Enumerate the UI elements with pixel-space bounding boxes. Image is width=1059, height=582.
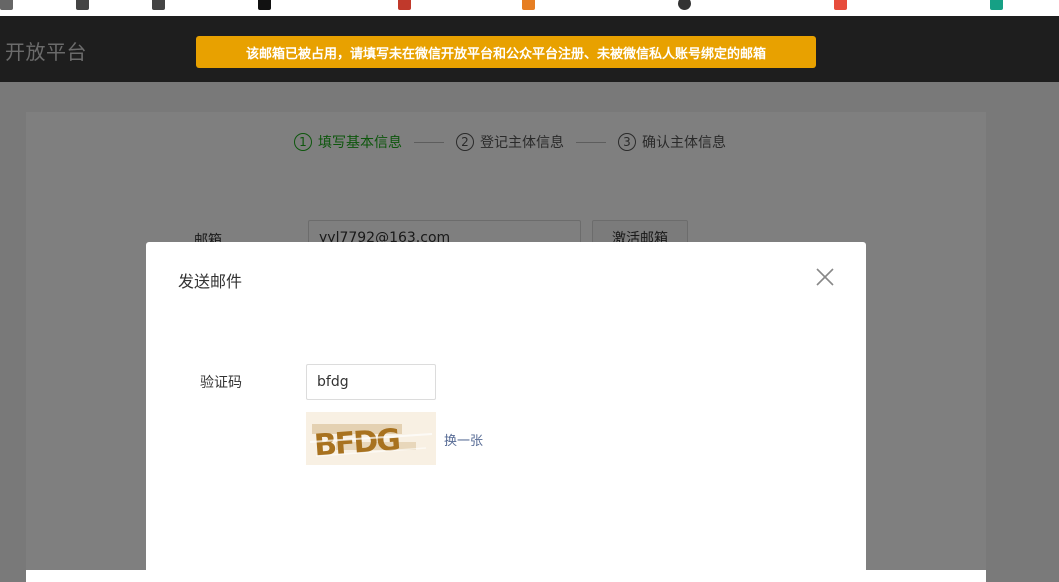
bookmark-item[interactable] — [522, 0, 535, 12]
svg-text:BFDG: BFDG — [313, 423, 400, 464]
bookmark-icon — [152, 0, 165, 10]
bookmark-item[interactable] — [678, 0, 691, 12]
bookmark-icon — [76, 0, 89, 10]
platform-logo[interactable]: 开放平台 — [5, 36, 87, 65]
bookmark-icon — [522, 0, 535, 10]
captcha-text: BFDG — [313, 423, 400, 464]
error-alert-banner: 该邮箱已被占用，请填写未在微信开放平台和公众平台注册、未被微信私人账号绑定的邮箱 — [196, 36, 816, 68]
captcha-image: BFDG — [306, 412, 436, 465]
bookmarks-bar — [0, 0, 1059, 16]
bookmark-item[interactable] — [152, 0, 165, 12]
captcha-label: 验证码 — [200, 375, 242, 391]
captcha-input[interactable]: bfdg — [306, 364, 436, 400]
bookmark-icon — [398, 0, 411, 10]
top-header: 开放平台 该邮箱已被占用，请填写未在微信开放平台和公众平台注册、未被微信私人账号… — [0, 16, 1059, 82]
bookmark-icon — [990, 0, 1003, 10]
bookmark-item[interactable] — [990, 0, 1003, 12]
bookmark-icon — [0, 0, 13, 10]
bookmark-item[interactable] — [834, 0, 847, 12]
send-email-dialog: 发送邮件 验证码 bfdg BFDG 换一张 — [146, 242, 866, 582]
bookmark-item[interactable] — [76, 0, 89, 12]
bookmark-icon — [678, 0, 691, 10]
refresh-captcha-link[interactable]: 换一张 — [444, 430, 483, 449]
bookmark-item[interactable] — [0, 0, 13, 12]
close-icon[interactable] — [814, 266, 836, 288]
bookmark-item[interactable] — [258, 0, 271, 12]
bookmark-item[interactable] — [398, 0, 411, 12]
dialog-title: 发送邮件 — [178, 272, 243, 291]
bookmark-icon — [258, 0, 271, 10]
alert-message: 该邮箱已被占用，请填写未在微信开放平台和公众平台注册、未被微信私人账号绑定的邮箱 — [245, 46, 766, 62]
bookmark-icon — [834, 0, 847, 10]
